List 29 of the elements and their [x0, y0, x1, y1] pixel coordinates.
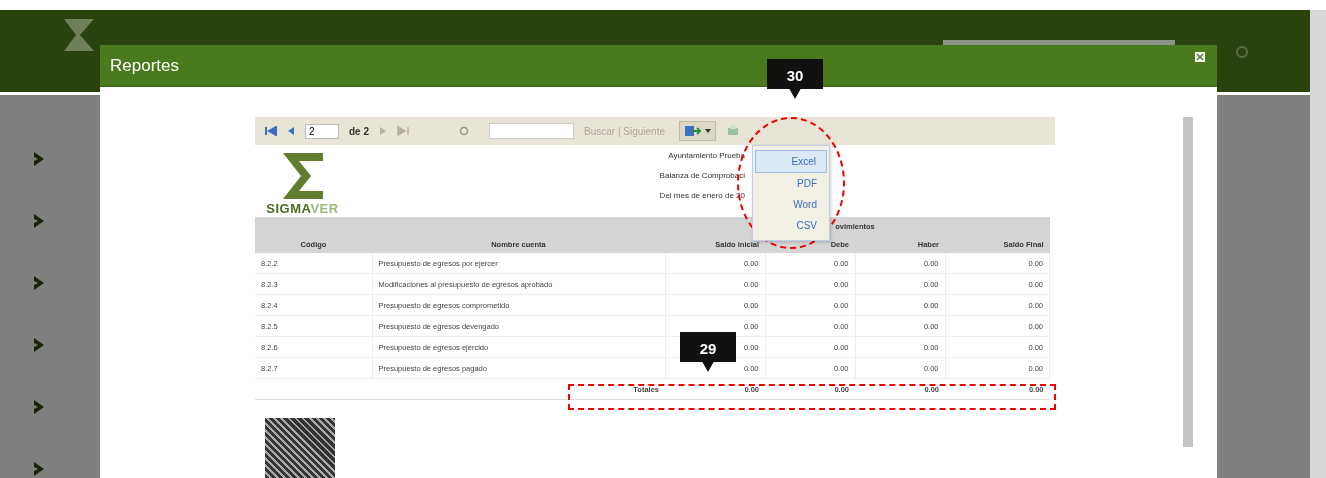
chevron-icon[interactable]: [32, 150, 46, 168]
callout-badge: 29: [680, 332, 736, 372]
chevron-icon[interactable]: [32, 274, 46, 292]
chevron-icon[interactable]: [32, 460, 46, 478]
menu-item[interactable]: PDF: [755, 173, 827, 194]
page-scrollbar[interactable]: [1310, 10, 1326, 478]
qr-code: [265, 418, 335, 478]
export-icon: [684, 125, 702, 137]
logo-text: SIGMAVER: [266, 201, 339, 216]
chevron-icon[interactable]: [32, 398, 46, 416]
logo-icon: [280, 151, 325, 201]
callout-badge: 30: [767, 59, 823, 99]
page-count: de 2: [349, 125, 369, 137]
report-heading: Balanza de Comprobaci: [658, 171, 745, 180]
previous-page-icon[interactable]: [287, 126, 295, 136]
scrollbar[interactable]: [1183, 117, 1193, 447]
menu-item[interactable]: CSV: [755, 215, 827, 236]
menu-item[interactable]: Excel: [755, 150, 827, 173]
dialog-title: Reportes: [110, 55, 179, 76]
close-icon[interactable]: [1195, 51, 1205, 62]
menu-item[interactable]: Word: [755, 194, 827, 215]
first-page-icon[interactable]: [265, 126, 277, 136]
report-heading: Ayuntamiento Prueba: [667, 151, 745, 160]
page-number-field[interactable]: 2: [305, 123, 339, 139]
search-field[interactable]: [489, 123, 574, 139]
chevron-icon[interactable]: [32, 336, 46, 354]
caret-icon: [705, 129, 711, 133]
export-button[interactable]: [679, 121, 716, 141]
chevron-icon[interactable]: [32, 212, 46, 230]
